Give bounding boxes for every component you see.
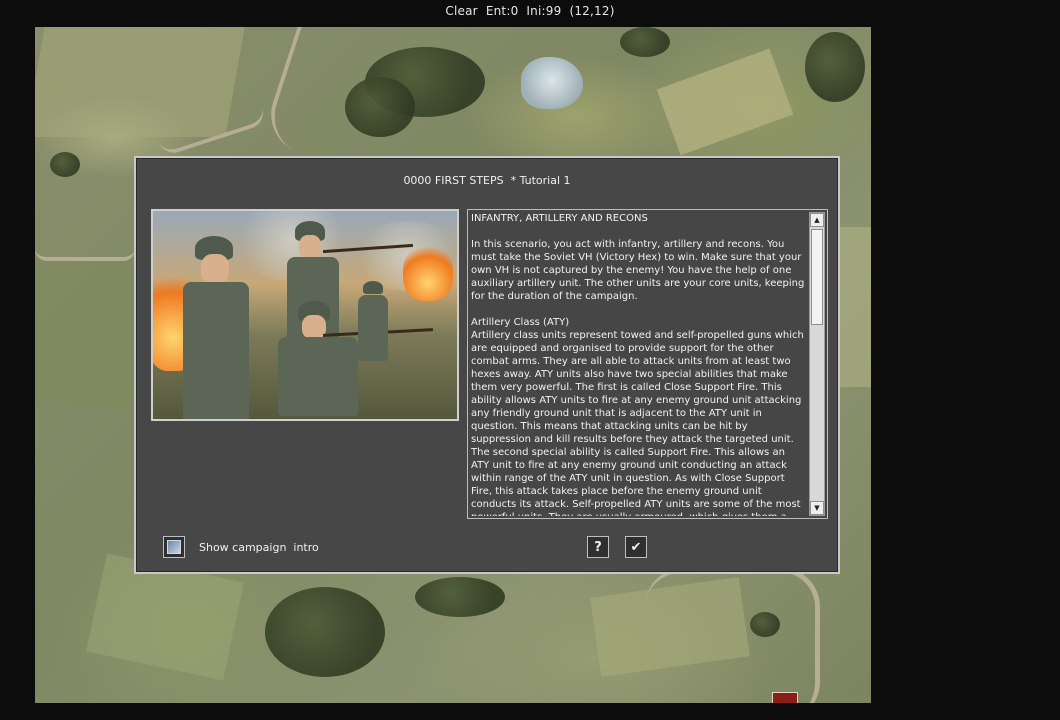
soldier-body xyxy=(358,295,388,361)
map-tree xyxy=(50,152,80,177)
dialog-title: 0000 FIRST STEPS * Tutorial 1 xyxy=(403,174,571,187)
scroll-thumb[interactable] xyxy=(811,229,823,325)
soldier-face xyxy=(299,235,321,259)
campaign-intro-button[interactable] xyxy=(163,536,185,558)
unit-marker[interactable] xyxy=(772,692,798,703)
status-text: Clear Ent:0 Ini:99 (12,12) xyxy=(445,4,615,18)
map-tree xyxy=(620,27,670,57)
scenario-image xyxy=(151,209,459,421)
soldier-body xyxy=(278,337,358,416)
question-icon: ? xyxy=(594,539,602,555)
map-tree xyxy=(805,32,865,102)
checkmark-icon: ✔ xyxy=(630,539,642,555)
campaign-intro-label: Show campaign intro xyxy=(199,541,319,554)
document-icon xyxy=(167,540,181,554)
map-field xyxy=(656,48,794,156)
map-tree xyxy=(265,587,385,677)
map-road xyxy=(645,567,820,703)
soldier-helmet xyxy=(363,281,383,294)
map-road xyxy=(35,237,135,261)
soldier-figure xyxy=(173,236,263,419)
confirm-button[interactable]: ✔ xyxy=(625,536,647,558)
briefing-scrollbar[interactable]: ▲ ▼ xyxy=(809,212,825,516)
map-pond xyxy=(521,57,583,109)
briefing-paragraph: In this scenario, you act with infantry,… xyxy=(471,239,805,302)
briefing-heading: INFANTRY, ARTILLERY AND RECONS xyxy=(471,213,648,224)
map-tree xyxy=(345,77,415,137)
arrow-up-icon[interactable]: ▲ xyxy=(810,213,824,227)
soldier-figure xyxy=(353,281,393,361)
soldier-face xyxy=(201,254,229,284)
arrow-down-icon[interactable]: ▼ xyxy=(810,501,824,515)
briefing-paragraph: Artillery Class (ATY) Artillery class un… xyxy=(471,317,804,516)
briefing-text: INFANTRY, ARTILLERY AND RECONS In this s… xyxy=(471,212,805,516)
map-field xyxy=(35,257,135,407)
map-tree xyxy=(750,612,780,637)
briefing-text-panel[interactable]: INFANTRY, ARTILLERY AND RECONS In this s… xyxy=(467,209,828,519)
scenario-briefing-dialog: 0000 FIRST STEPS * Tutorial 1 INFANTRY, … xyxy=(134,156,840,574)
help-button[interactable]: ? xyxy=(587,536,609,558)
soldier-body xyxy=(183,282,249,419)
fire xyxy=(403,241,453,301)
status-bar: Clear Ent:0 Ini:99 (12,12) xyxy=(0,0,1060,22)
map-tree xyxy=(415,577,505,617)
